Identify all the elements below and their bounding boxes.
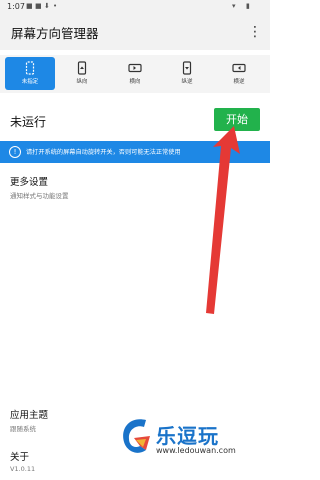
watermark-url: www.ledouwan.com [156,446,236,455]
watermark-logo-icon [123,419,150,453]
watermark-text: 乐逗玩 [156,424,219,448]
annotation-arrow-icon [206,126,240,314]
watermark: 乐逗玩 www.ledouwan.com [116,412,266,462]
